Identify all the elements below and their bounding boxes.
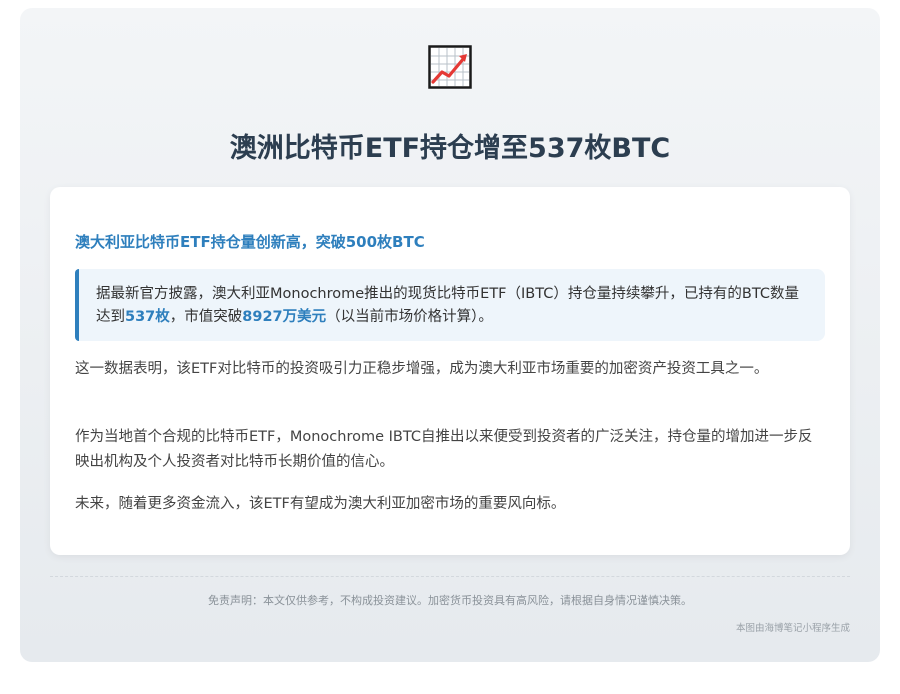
generator-credit: 本图由海博笔记小程序生成 — [735, 623, 850, 634]
paragraph: 这一数据表明，该ETF对比特币的投资吸引力正稳步增强，成为澳大利亚市场重要的加密… — [75, 361, 769, 377]
footer-divider — [50, 576, 850, 577]
content-card: 澳大利亚比特币ETF持仓量创新高，突破500枚BTC 据最新官方披露，澳大利亚M… — [50, 187, 850, 555]
disclaimer-text: 免责声明：本文仅供参考，不构成投资建议。加密货币投资具有高风险，请根据自身情况谨… — [208, 594, 692, 607]
paragraph: 未来，随着更多资金流入，该ETF有望成为澳大利亚加密市场的重要风向标。 — [75, 496, 566, 512]
market-value: 8927万美元 — [242, 309, 327, 325]
paragraph: 作为当地首个合规的比特币ETF，Monochrome IBTC自推出以来便受到投… — [75, 429, 813, 470]
highlight-text-2: ，市值突破 — [169, 309, 243, 325]
highlight-text-3: （以当前市场价格计算）。 — [326, 309, 493, 325]
highlight-box: 据最新官方披露，澳大利亚Monochrome推出的现货比特币ETF（IBTC）持… — [75, 269, 825, 341]
article-headline: 澳大利亚比特币ETF持仓量创新高，突破500枚BTC — [75, 233, 425, 251]
page-title: 澳洲比特币ETF持仓增至537枚BTC — [229, 133, 671, 164]
chart-increasing-icon — [428, 45, 472, 89]
page-container: 澳洲比特币ETF持仓增至537枚BTC 澳大利亚比特币ETF持仓量创新高，突破5… — [20, 8, 880, 662]
btc-holding-value: 537枚 — [125, 309, 170, 325]
